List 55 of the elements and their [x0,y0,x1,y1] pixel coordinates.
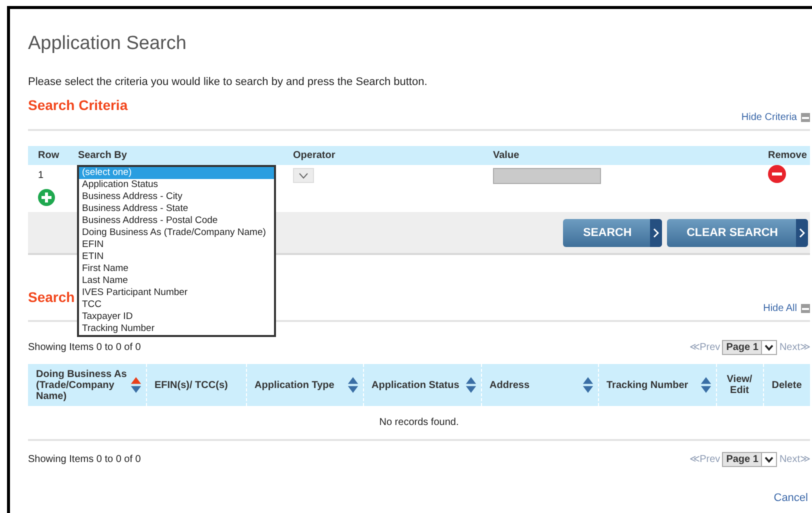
dropdown-option[interactable]: Application Status [79,179,274,191]
caret-icon [299,172,308,178]
sort-icon[interactable] [700,376,712,394]
caret-icon [761,452,776,466]
dropdown-option[interactable]: EFIN [79,239,274,251]
page-select[interactable]: Page 1 [722,340,778,354]
collapse-icon[interactable] [801,113,810,122]
dropdown-list[interactable] [77,165,276,337]
search-button[interactable]: SEARCH [563,218,662,246]
column-header: Operator [293,150,336,161]
sort-icon[interactable] [130,376,142,394]
column-header: Delete [772,380,802,390]
page-title: Application Search [28,33,188,55]
row-number: 1 [38,170,44,181]
dropdown-option[interactable]: ETIN [79,251,274,263]
item-count: Showing Items 0 to 0 of 0 [28,342,141,352]
column-header: Value [493,150,520,161]
dropdown-option[interactable]: First Name [79,263,274,275]
toggle-link[interactable]: Hide Criteria [741,112,797,123]
clear-search-button[interactable]: CLEAR SEARCH [666,218,808,246]
column-header: Row [38,150,60,161]
empty-message: No records found. [379,417,459,428]
instructions-text: Please select the criteria you would like to search by and press the Search button. [28,75,428,89]
column-header[interactable]: Application Status [372,380,460,390]
remove-icon[interactable] [768,165,786,183]
dropdown-option[interactable]: Last Name [79,275,274,287]
column-header[interactable]: Application Type [254,380,334,390]
collapse-icon[interactable] [801,304,810,313]
column-header: EFIN(s)/ TCC(s) [154,380,228,390]
sort-icon[interactable] [464,376,476,394]
cancel-link[interactable]: Cancel [28,492,810,504]
chevron-icon [799,228,805,238]
column-header[interactable]: Address [490,380,530,390]
dropdown-option[interactable]: Doing Business As (Trade/Company Name) [79,227,274,239]
page-select[interactable]: Page 1 [722,452,778,466]
sort-icon[interactable] [582,376,594,394]
item-count: Showing Items 0 to 0 of 0 [28,454,141,464]
column-header: View/ Edit [726,374,754,396]
column-header: Remove [768,150,807,161]
dropdown-option[interactable]: TCC [79,299,274,311]
toggle-link[interactable]: Hide All [763,303,797,314]
section-heading: Search [28,289,75,305]
dropdown-option[interactable]: Business Address - State [79,203,274,215]
chevron-icon [652,228,659,238]
dropdown-option[interactable]: IVES Participant Number [79,287,274,299]
column-header[interactable]: Tracking Number [606,380,688,390]
add-row-icon[interactable] [38,189,55,206]
column-header: Search By [78,150,127,161]
dropdown-option[interactable]: Tracking Number [79,323,274,335]
dropdown-option[interactable]: Taxpayer ID [79,311,274,323]
sort-icon[interactable] [346,376,358,394]
section-heading: Search Criteria [28,97,128,113]
caret-icon [761,340,776,354]
dropdown-option[interactable]: Business Address - Postal Code [79,215,274,227]
dropdown-option[interactable]: Business Address - City [79,191,274,203]
